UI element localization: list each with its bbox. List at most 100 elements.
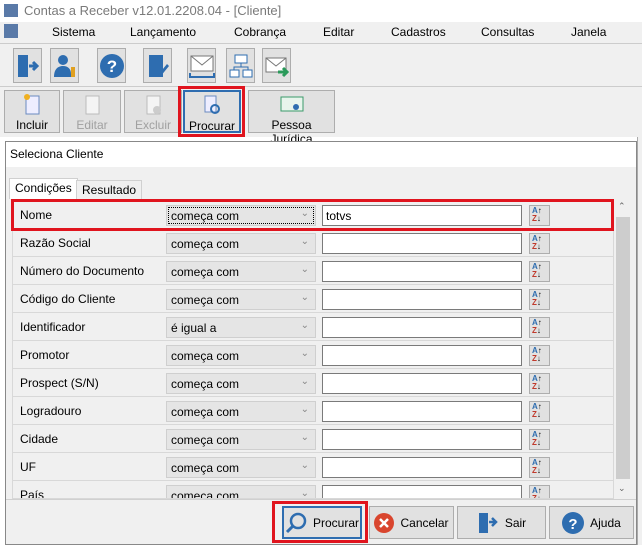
svg-text:?: ? [106, 57, 116, 76]
incluir-button[interactable]: Incluir [4, 90, 60, 133]
tab-resultado[interactable]: Resultado [76, 180, 143, 200]
chevron-down-icon: ⌄ [300, 264, 309, 275]
sair-button[interactable]: Sair [457, 506, 546, 539]
menu-consultas[interactable]: Consultas [481, 25, 534, 39]
chevron-down-icon: ⌄ [300, 236, 309, 247]
delete-document-icon [146, 95, 161, 115]
value-input[interactable] [322, 373, 522, 394]
menu-cobranca[interactable]: Cobrança [234, 25, 286, 39]
operator-value: começa com [171, 405, 240, 419]
operator-value: começa com [171, 237, 240, 251]
chevron-down-icon: ⌄ [300, 460, 309, 471]
condition-row: Prospect (S/N) começa com ⌄ A↑ Z↓ [13, 369, 613, 397]
dialog-title: Seleciona Cliente [6, 142, 636, 167]
operator-select[interactable]: começa com ⌄ [166, 457, 316, 478]
operator-select[interactable]: começa com ⌄ [166, 485, 316, 499]
value-input[interactable] [322, 261, 522, 282]
sort-az-icon[interactable]: A↑ Z↓ [529, 373, 550, 394]
action-toolbar: Incluir Editar Excluir Procurar Pessoa J… [0, 86, 642, 146]
select-client-dialog: Seleciona Cliente Condições Resultado No… [5, 141, 637, 545]
field-label: Cidade [20, 432, 59, 446]
exit-button[interactable] [13, 48, 42, 83]
sort-az-icon[interactable]: A↑ Z↓ [529, 233, 550, 254]
operator-select[interactable]: começa com ⌄ [166, 373, 316, 394]
value-input[interactable] [322, 233, 522, 254]
sort-az-icon[interactable]: A↑ Z↓ [529, 261, 550, 282]
ajuda-button[interactable]: ? Ajuda [549, 506, 634, 539]
editar-button[interactable]: Editar [63, 90, 121, 133]
cancelar-button[interactable]: Cancelar [369, 506, 454, 539]
field-label: Razão Social [20, 236, 91, 250]
help-icon: ? [562, 511, 585, 534]
operator-select[interactable]: começa com ⌄ [166, 289, 316, 310]
field-label: Identificador [20, 320, 86, 334]
mail-inbox-icon [188, 55, 215, 78]
value-input[interactable] [322, 289, 522, 310]
value-input[interactable] [322, 345, 522, 366]
field-label: País [20, 488, 45, 499]
chevron-down-icon: ⌄ [300, 404, 309, 415]
operator-select[interactable]: começa com ⌄ [166, 401, 316, 422]
operator-select[interactable]: começa com ⌄ [166, 261, 316, 282]
condition-row: Promotor começa com ⌄ A↑ Z↓ [13, 341, 613, 369]
help-icon: ? [99, 53, 124, 78]
sort-az-icon[interactable]: A↑ Z↓ [529, 485, 550, 498]
exit-door-icon [17, 54, 39, 77]
menu-bar: Sistema Lançamento Cobrança Editar Cadas… [0, 22, 642, 43]
condition-row: Código do Cliente começa com ⌄ A↑ Z↓ [13, 285, 613, 313]
scroll-down-icon[interactable]: ⌄ [618, 483, 626, 494]
excluir-button[interactable]: Excluir [124, 90, 182, 133]
operator-select[interactable]: começa com ⌄ [166, 345, 316, 366]
scroll-up-icon[interactable]: ⌃ [618, 201, 626, 212]
operator-select[interactable]: começa com ⌄ [166, 429, 316, 450]
menu-sistema[interactable]: Sistema [52, 25, 95, 39]
menu-cadastros[interactable]: Cadastros [391, 25, 446, 39]
sort-az-icon[interactable]: A↑ Z↓ [529, 457, 550, 478]
operator-select[interactable]: é igual a ⌄ [166, 317, 316, 338]
chevron-down-icon: ⌄ [300, 488, 309, 499]
tab-condicoes[interactable]: Condições [9, 178, 78, 199]
field-label: UF [20, 460, 36, 474]
condition-row: Número do Documento começa com ⌄ A↑ Z↓ [13, 257, 613, 285]
condition-row: Identificador é igual a ⌄ A↑ Z↓ [13, 313, 613, 341]
edit-document-icon [85, 95, 100, 115]
operator-value: é igual a [171, 321, 217, 335]
condition-row: País começa com ⌄ A↑ Z↓ [13, 481, 613, 499]
menu-editar[interactable]: Editar [323, 25, 354, 39]
operator-value: começa com [171, 433, 240, 447]
chevron-down-icon: ⌄ [300, 432, 309, 443]
structure-button[interactable] [226, 48, 255, 83]
menu-janela[interactable]: Janela [571, 25, 606, 39]
inbox-button[interactable] [187, 48, 216, 83]
user-button[interactable] [50, 48, 79, 83]
dialog-footer: Procurar Cancelar Sair ? Ajuda [6, 499, 636, 545]
sort-az-icon[interactable]: A↑ Z↓ [529, 401, 550, 422]
value-input[interactable] [322, 317, 522, 338]
operator-value: começa com [171, 489, 240, 499]
background-window-edge [637, 137, 642, 545]
cancel-icon [374, 512, 395, 533]
sort-az-icon[interactable]: A↑ Z↓ [529, 345, 550, 366]
send-mail-button[interactable] [262, 48, 291, 83]
app-menu-icon[interactable] [4, 24, 18, 38]
field-label: Código do Cliente [20, 292, 116, 306]
help-button[interactable]: ? [97, 48, 126, 83]
sort-az-icon[interactable]: A↑ Z↓ [529, 429, 550, 450]
sort-az-icon[interactable]: A↑ Z↓ [529, 317, 550, 338]
scroll-thumb[interactable] [616, 217, 630, 479]
value-input[interactable] [322, 485, 522, 498]
operator-select[interactable]: começa com ⌄ [166, 233, 316, 254]
pessoa-juridica-button[interactable]: Pessoa Jurídica [248, 90, 335, 146]
nome-row-highlight [11, 199, 614, 231]
value-input[interactable] [322, 429, 522, 450]
value-input[interactable] [322, 457, 522, 478]
value-input[interactable] [322, 401, 522, 422]
company-button[interactable] [143, 48, 172, 83]
sort-az-icon[interactable]: A↑ Z↓ [529, 289, 550, 310]
main-toolbar: ? [0, 43, 642, 87]
chevron-down-icon: ⌄ [300, 292, 309, 303]
operator-value: começa com [171, 293, 240, 307]
operator-value: começa com [171, 461, 240, 475]
menu-lancamento[interactable]: Lançamento [130, 25, 196, 39]
vertical-scrollbar[interactable]: ⌃ ⌄ [614, 199, 632, 499]
